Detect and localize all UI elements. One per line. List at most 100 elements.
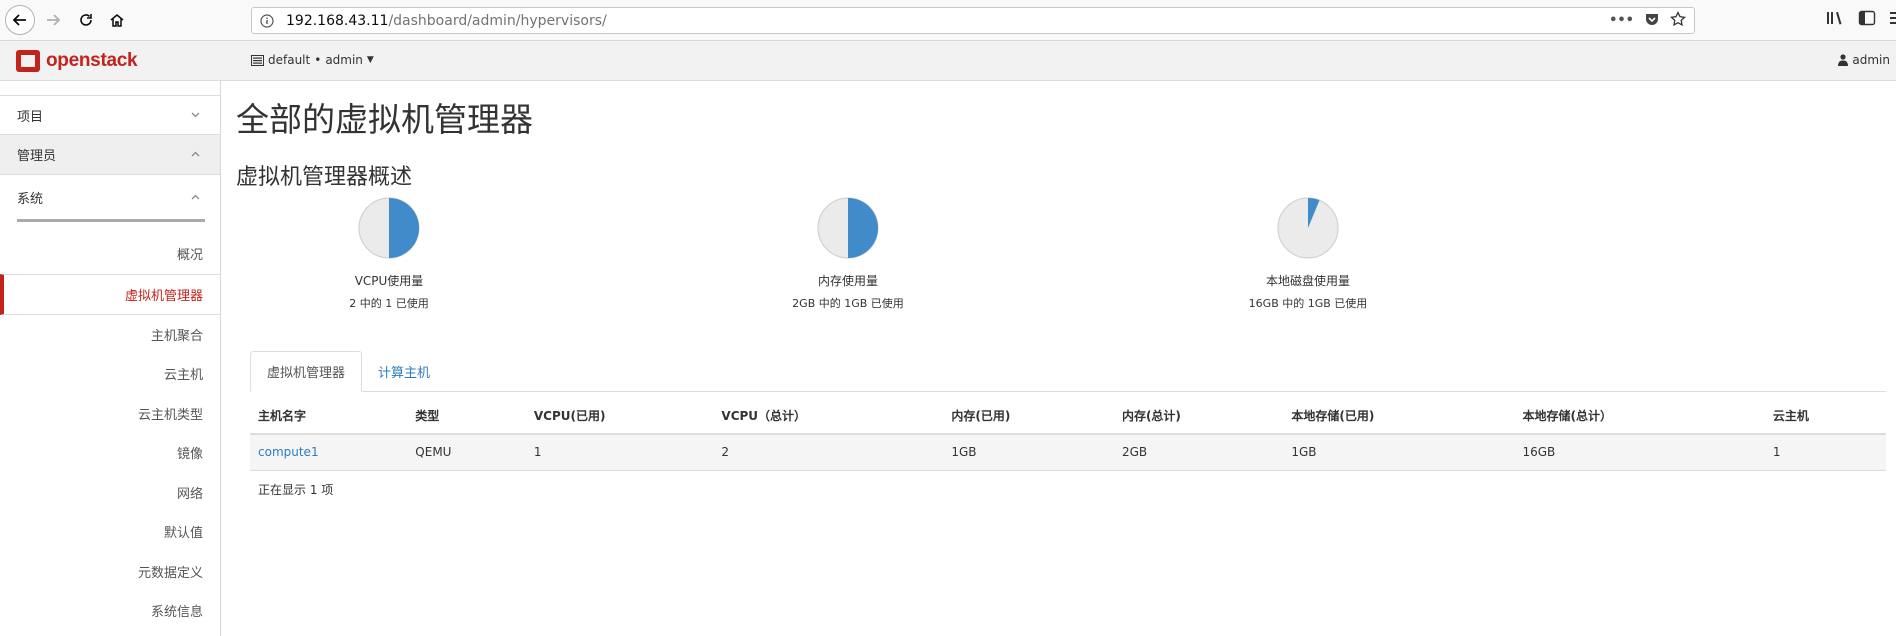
column-header[interactable]: 内存(已用) bbox=[943, 398, 1114, 435]
page-actions-button[interactable]: ••• bbox=[1609, 13, 1634, 28]
sidebar-panel-label: 项目 bbox=[17, 109, 44, 125]
caret-down-icon: ▼ bbox=[366, 55, 374, 65]
table-header-row: 主机名字 类型 VCPU(已用) VCPU（总计） 内存(已用) 内存(总计) 本地存储(已… bbox=[250, 398, 1886, 435]
sidebar-item[interactable]: 网络 bbox=[0, 473, 220, 513]
chevron-down-icon bbox=[191, 110, 200, 121]
dashboard-navbar: openstack default • admin ▼ admin bbox=[0, 41, 1896, 81]
sidebar-toggle-icon[interactable] bbox=[1858, 10, 1876, 30]
project-icon bbox=[251, 54, 264, 66]
chevron-up-icon bbox=[191, 192, 200, 203]
usage-chart: 内存使用量 2GB 中的 1GB 已使用 bbox=[738, 196, 958, 311]
sidebar-panel-admin[interactable]: 管理员 bbox=[0, 135, 220, 175]
info-icon[interactable] bbox=[252, 13, 282, 28]
table-cell: 1 bbox=[1764, 434, 1886, 471]
sidebar-item-label: 系统信息 bbox=[150, 605, 203, 621]
sidebar-item-label: 云主机 bbox=[163, 368, 203, 384]
sidebar-item-label: 元数据定义 bbox=[137, 565, 203, 581]
sidebar-item[interactable]: 镜像 bbox=[0, 433, 220, 473]
column-header[interactable]: 本地存储(已用) bbox=[1283, 398, 1515, 435]
sidebar-item-label: 镜像 bbox=[176, 447, 203, 463]
user-menu[interactable]: admin bbox=[1838, 53, 1890, 67]
url-text[interactable]: 192.168.43.11/dashboard/admin/hypervisor… bbox=[282, 13, 1609, 29]
project-domain: default bbox=[268, 53, 311, 67]
sidebar-item[interactable]: 默认值 bbox=[0, 512, 220, 552]
sidebar-panel-project[interactable]: 项目 bbox=[0, 95, 220, 135]
reload-button[interactable] bbox=[71, 5, 101, 35]
sidebar-panel-system[interactable]: 系统 bbox=[0, 175, 220, 219]
sidebar-item[interactable]: 元数据定义 bbox=[0, 552, 220, 592]
sidebar-item-label: 云主机类型 bbox=[137, 407, 203, 423]
tab-hypervisors[interactable]: 虚拟机管理器 bbox=[250, 351, 363, 392]
library-icon[interactable] bbox=[1826, 10, 1844, 30]
back-button[interactable] bbox=[5, 5, 35, 35]
project-switcher[interactable]: default • admin ▼ bbox=[251, 53, 374, 67]
table-cell: compute1 bbox=[250, 434, 408, 471]
column-header[interactable]: VCPU（总计） bbox=[713, 398, 944, 435]
section-title: 虚拟机管理器概述 bbox=[236, 165, 413, 190]
forward-button[interactable] bbox=[38, 5, 68, 35]
column-header[interactable]: 内存(总计) bbox=[1113, 398, 1284, 435]
arrow-left-icon bbox=[12, 14, 26, 26]
sidebar-panel-label: 系统 bbox=[17, 191, 44, 207]
table-cell: QEMU bbox=[407, 434, 526, 471]
sidebar-item[interactable]: 虚拟机管理器 bbox=[0, 273, 220, 315]
openstack-logo-icon bbox=[16, 50, 40, 72]
sidebar-item-label: 概况 bbox=[176, 248, 203, 264]
usage-chart: 本地磁盘使用量 16GB 中的 1GB 已使用 bbox=[1198, 196, 1418, 311]
table-row: compute1 QEMU 1 2 1GB 2GB 1GB 16GB 1 bbox=[250, 434, 1886, 471]
url-host: 192.168.43.11 bbox=[286, 12, 389, 29]
sidebar-item-label: 网络 bbox=[176, 486, 203, 502]
sidebar-item[interactable]: 云主机 bbox=[0, 354, 220, 394]
table-cell: 16GB bbox=[1514, 434, 1765, 471]
bookmark-star-icon[interactable] bbox=[1670, 10, 1686, 31]
browser-toolbar: 192.168.43.11/dashboard/admin/hypervisor… bbox=[0, 0, 1896, 41]
home-button[interactable] bbox=[102, 5, 132, 35]
sidebar-item[interactable]: 云主机类型 bbox=[0, 394, 220, 434]
page-title: 全部的虚拟机管理器 bbox=[236, 100, 533, 139]
user-icon bbox=[1838, 54, 1849, 66]
main-content: 全部的虚拟机管理器 虚拟机管理器概述 VCPU使用量 2 中的 1 已使用 内存使用… bbox=[236, 81, 1886, 497]
tab-bar: 虚拟机管理器 计算主机 bbox=[250, 351, 1886, 392]
usage-pie bbox=[817, 197, 879, 259]
column-header[interactable]: 类型 bbox=[407, 398, 526, 435]
sidebar: 项目 管理员 系统 概况虚拟机管理器主机聚合云主机云主机类型镜像网络默认值元数据… bbox=[0, 81, 221, 636]
usage-pie bbox=[1277, 197, 1339, 259]
pie-used-slice bbox=[848, 198, 878, 258]
url-bar[interactable]: 192.168.43.11/dashboard/admin/hypervisor… bbox=[251, 7, 1695, 34]
column-header[interactable]: 主机名字 bbox=[250, 398, 408, 435]
usage-label: VCPU使用量 bbox=[354, 274, 424, 288]
table-cell: 2GB bbox=[1113, 434, 1284, 471]
sidebar-item[interactable]: 概况 bbox=[0, 234, 220, 274]
usage-label: 本地磁盘使用量 bbox=[1265, 274, 1350, 288]
usage-summary: 16GB 中的 1GB 已使用 bbox=[1248, 297, 1368, 310]
usage-pie bbox=[358, 197, 420, 259]
row-count: 正在显示 1 项 bbox=[258, 483, 334, 497]
pocket-icon[interactable] bbox=[1644, 11, 1660, 31]
tab-compute-host[interactable]: 计算主机 bbox=[362, 351, 446, 392]
logo-text: openstack bbox=[46, 50, 138, 71]
home-icon bbox=[110, 14, 124, 27]
table-body: compute1 QEMU 1 2 1GB 2GB 1GB 16GB 1 bbox=[250, 434, 1886, 471]
sidebar-item-label: 主机聚合 bbox=[150, 328, 203, 344]
user-name: admin bbox=[1852, 53, 1890, 67]
sidebar-item-label: 默认值 bbox=[163, 526, 203, 542]
sidebar-item[interactable]: 主机聚合 bbox=[0, 315, 220, 355]
arrow-right-icon bbox=[47, 14, 61, 26]
url-path: /dashboard/admin/hypervisors/ bbox=[388, 12, 607, 29]
openstack-logo[interactable]: openstack bbox=[16, 50, 138, 72]
sidebar-panel-label: 管理员 bbox=[17, 149, 57, 164]
usage-label: 内存使用量 bbox=[817, 274, 878, 288]
column-header[interactable]: 本地存储(总计） bbox=[1514, 398, 1765, 435]
column-header[interactable]: VCPU(已用) bbox=[525, 398, 714, 435]
menu-icon[interactable] bbox=[1890, 10, 1896, 30]
sidebar-item[interactable]: 系统信息 bbox=[0, 591, 220, 631]
column-header[interactable]: 云主机 bbox=[1764, 398, 1886, 435]
host-link[interactable]: compute1 bbox=[258, 445, 319, 459]
table-cell: 2 bbox=[713, 434, 944, 471]
usage-summary: 2 中的 1 已使用 bbox=[349, 297, 429, 310]
pie-used-slice bbox=[389, 198, 419, 258]
project-name: admin bbox=[325, 53, 363, 67]
table-cell: 1GB bbox=[943, 434, 1114, 471]
usage-chart: VCPU使用量 2 中的 1 已使用 bbox=[279, 196, 499, 311]
table-cell: 1 bbox=[525, 434, 714, 471]
